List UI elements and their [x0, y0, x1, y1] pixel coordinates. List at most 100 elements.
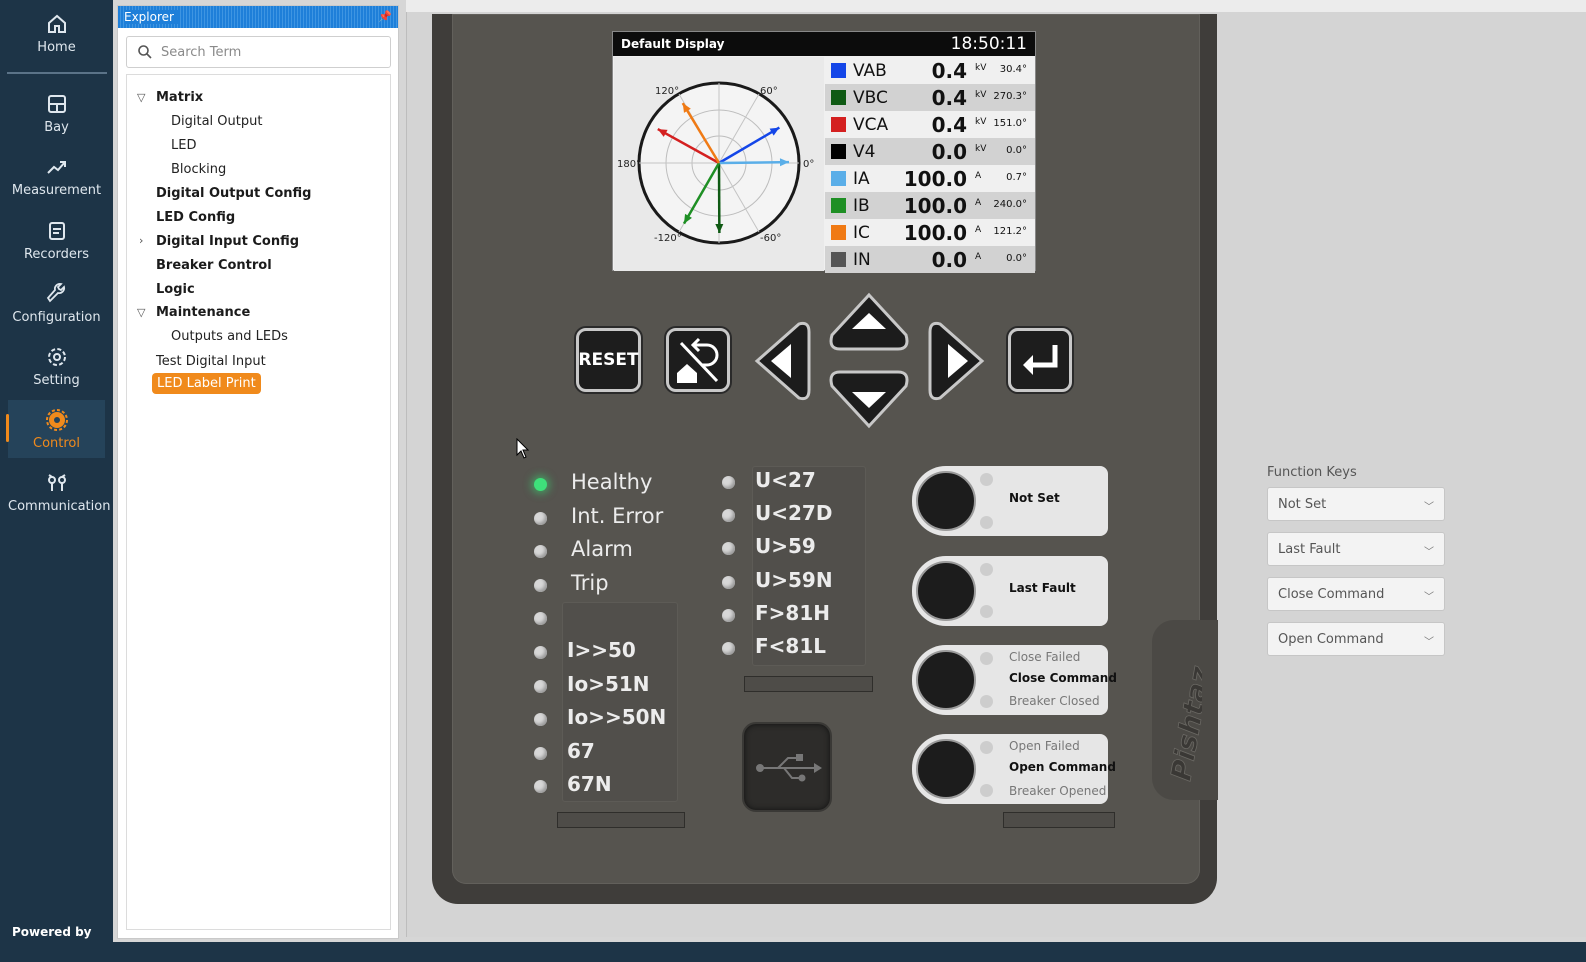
measurement-row: IB 100.0 A 240.0°	[825, 192, 1035, 219]
nav-home[interactable]: Home	[8, 4, 105, 62]
grid-icon	[47, 95, 66, 113]
search-input[interactable]: Search Term	[126, 36, 391, 68]
function-key-led	[980, 695, 993, 708]
led-indicator	[534, 679, 547, 693]
function-key-select-2[interactable]: Last Fault ﹀	[1267, 532, 1445, 566]
function-key-label: Close Command	[1009, 671, 1117, 685]
tree-item-led-label-print[interactable]: LED Label Print	[152, 373, 261, 394]
measurement-value: 100.0	[903, 194, 967, 218]
tree-item-digital-output[interactable]: Digital Output	[171, 114, 262, 129]
nav-bay[interactable]: Bay	[8, 84, 105, 142]
measurement-name: IA	[853, 169, 870, 189]
mouse-cursor-icon	[516, 438, 530, 459]
device-function-key-3[interactable]: Close Failed Close Command Breaker Close…	[912, 645, 1117, 715]
measurement-row: VAB 0.4 kV 30.4°	[825, 57, 1035, 84]
led-label: Io>>50N	[567, 705, 667, 730]
device-function-key-1[interactable]: Not Set	[912, 466, 1108, 536]
measurement-angle: 30.4°	[999, 64, 1027, 75]
tree-item-breaker-control[interactable]: Breaker Control	[156, 258, 272, 273]
chevron-down-icon: ﹀	[1424, 547, 1434, 558]
function-key-label: Breaker Closed	[1009, 694, 1100, 708]
led-label: F>81H	[755, 600, 830, 625]
tree-item-test-digital-input[interactable]: Test Digital Input	[156, 354, 266, 369]
led-label: 67	[567, 738, 595, 763]
reset-button[interactable]: RESET	[576, 328, 641, 392]
phasor-diagram: 120° 60° 180° 0° -120° -60°	[614, 57, 824, 271]
nav-label: Communication	[8, 499, 111, 514]
function-key-led	[980, 516, 993, 529]
function-key-led	[980, 605, 993, 618]
function-key-label: Open Command	[1009, 760, 1116, 774]
device-function-key-4[interactable]: Open Failed Open Command Breaker Opened	[912, 734, 1116, 804]
pin-icon[interactable]: 📌	[378, 6, 392, 28]
chevron-down-icon[interactable]: ▽	[137, 306, 145, 319]
measurement-angle: 121.2°	[993, 226, 1027, 237]
function-key-button[interactable]	[916, 739, 976, 799]
nav-label: Bay	[44, 120, 69, 135]
nav-control[interactable]: Control	[6, 400, 105, 458]
up-arrow-button[interactable]	[826, 291, 912, 353]
chevron-down-icon[interactable]: ▽	[137, 91, 145, 104]
color-swatch	[831, 252, 846, 267]
led-label: Alarm	[571, 537, 633, 562]
tree-item-blocking[interactable]: Blocking	[171, 162, 226, 177]
nav-measurement[interactable]: Measurement	[8, 147, 105, 205]
function-key-led	[980, 784, 993, 797]
measurement-name: VAB	[853, 61, 887, 81]
list-icon	[48, 222, 65, 240]
right-arrow-button[interactable]	[926, 318, 988, 404]
tree-item-digital-output-config[interactable]: Digital Output Config	[156, 186, 311, 201]
led-label: 67N	[567, 772, 612, 797]
device-function-key-2[interactable]: Last Fault	[912, 556, 1108, 626]
tree-item-led[interactable]: LED	[171, 138, 196, 153]
left-arrow-button[interactable]	[751, 318, 813, 404]
phasor-label: 180°	[617, 159, 641, 170]
home-back-button[interactable]	[666, 328, 730, 392]
nav-label: Control	[33, 436, 80, 451]
tree-item-logic[interactable]: Logic	[156, 282, 195, 297]
down-arrow-button[interactable]	[826, 368, 912, 430]
nav-label: Measurement	[11, 183, 102, 198]
function-key-select-3[interactable]: Close Command ﹀	[1267, 577, 1445, 611]
nav-configuration[interactable]: Configuration	[8, 274, 105, 332]
chevron-down-icon: ﹀	[1424, 592, 1434, 603]
measurement-name: V4	[853, 142, 876, 162]
phasor-label: 0°	[803, 159, 814, 170]
gear-icon	[47, 348, 66, 366]
select-value: Not Set	[1278, 497, 1327, 512]
phasor-label: -120°	[654, 233, 682, 244]
tree-item-maintenance[interactable]: Maintenance	[156, 305, 250, 320]
led-label: U<27D	[755, 501, 833, 526]
function-key-select-1[interactable]: Not Set ﹀	[1267, 487, 1445, 521]
tree-item-outputs-and-leds[interactable]: Outputs and LEDs	[171, 329, 288, 344]
measurement-value: 0.0	[931, 140, 967, 164]
measurement-name: IN	[853, 250, 871, 270]
measurement-row: IN 0.0 A 0.0°	[825, 246, 1035, 273]
function-key-button[interactable]	[916, 650, 976, 710]
function-key-select-4[interactable]: Open Command ﹀	[1267, 622, 1445, 656]
function-key-button[interactable]	[916, 561, 976, 621]
tree-item-matrix[interactable]: Matrix	[156, 90, 203, 105]
nav-setting[interactable]: Setting	[8, 337, 105, 395]
nav-label: Home	[37, 40, 76, 55]
measurement-row: IA 100.0 A 0.7°	[825, 165, 1035, 192]
enter-button[interactable]	[1008, 328, 1072, 392]
search-placeholder: Search Term	[161, 45, 242, 60]
tree-item-digital-input-config[interactable]: Digital Input Config	[156, 234, 299, 249]
measurement-unit: kV	[975, 144, 987, 154]
function-key-button[interactable]	[916, 471, 976, 531]
led-indicator	[534, 511, 547, 525]
tree-item-led-config[interactable]: LED Config	[156, 210, 235, 225]
measurement-unit: kV	[975, 63, 987, 73]
measurement-value: 0.4	[931, 113, 967, 137]
measurement-name: VCA	[853, 115, 889, 135]
measurement-row: V4 0.0 kV 0.0°	[825, 138, 1035, 165]
nav-communication[interactable]: Communication	[8, 463, 110, 521]
color-swatch	[831, 144, 846, 159]
chevron-right-icon[interactable]: ›	[139, 234, 143, 247]
phasor-label: 60°	[760, 86, 778, 97]
function-keys-title: Function Keys	[1267, 465, 1357, 480]
measurement-unit: A	[975, 252, 982, 262]
sidebar-nav: Home Bay Measurement Recorders Configura…	[0, 0, 113, 962]
nav-recorders[interactable]: Recorders	[8, 211, 105, 269]
